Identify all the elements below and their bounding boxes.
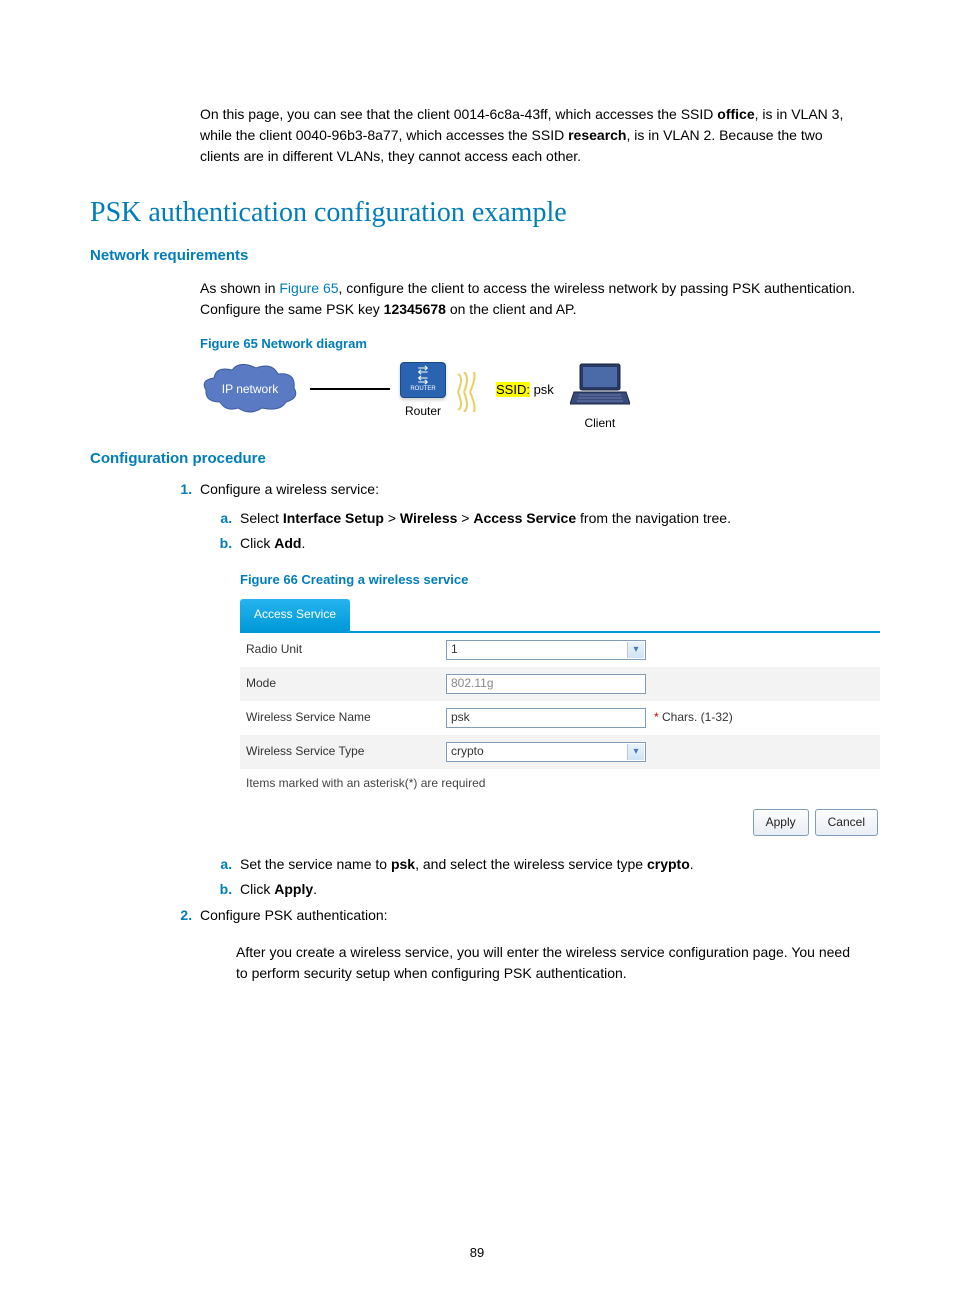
service-type-select[interactable]: crypto ▾: [446, 742, 646, 762]
section-configuration-procedure: Configuration procedure: [90, 450, 864, 467]
nav-interface-setup: Interface Setup: [283, 510, 384, 526]
psk-key: 12345678: [384, 301, 446, 317]
network-diagram: IP network ⇄⇆ ROUTER Router: [200, 362, 864, 432]
label-service-type: Wireless Service Type: [246, 741, 446, 763]
text: On this page, you can see that the clien…: [200, 106, 717, 122]
ssid-office: office: [717, 106, 754, 122]
nav-wireless: Wireless: [400, 510, 457, 526]
row-mode: Mode 802.11g: [240, 667, 880, 701]
radio-unit-select[interactable]: 1 ▾: [446, 640, 646, 660]
step-2-description: After you create a wireless service, you…: [236, 942, 864, 984]
figure-link[interactable]: Figure 65: [279, 280, 338, 296]
figure-66-caption: Figure 66 Creating a wireless service: [240, 568, 864, 591]
nav-access-service: Access Service: [473, 510, 576, 526]
hint-text: Chars. (1-32): [659, 710, 733, 724]
label-service-name: Wireless Service Name: [246, 707, 446, 729]
service-name-input[interactable]: psk: [446, 708, 646, 728]
client: Client: [570, 362, 630, 432]
cloud-label: IP network: [200, 380, 300, 398]
figure-65-caption: Figure 65 Network diagram: [200, 334, 864, 354]
link-line: [310, 388, 390, 390]
cancel-button[interactable]: Cancel: [815, 809, 878, 837]
procedure-list: Configure a wireless service: Select Int…: [160, 477, 864, 984]
mode-value: 802.11g: [451, 673, 494, 695]
row-service-type: Wireless Service Type crypto ▾: [240, 735, 880, 769]
text: Select: [240, 510, 283, 526]
service-name-value: psk: [451, 707, 470, 729]
step-2-text: Configure PSK authentication:: [200, 907, 388, 923]
page-title: PSK authentication configuration example: [90, 197, 864, 229]
router-icon: ⇄⇆ ROUTER: [400, 362, 446, 398]
step-2: Configure PSK authentication: After you …: [196, 903, 864, 984]
required-note: Items marked with an asterisk(*) are req…: [240, 769, 880, 795]
intro-paragraph: On this page, you can see that the clien…: [200, 104, 864, 167]
apply-button[interactable]: Apply: [753, 809, 809, 837]
ssid-label: SSID: psk: [496, 380, 554, 400]
access-service-form: Access Service Radio Unit 1 ▾: [240, 599, 880, 836]
text: >: [457, 510, 473, 526]
client-caption: Client: [570, 414, 630, 432]
router-caption: Router: [400, 402, 446, 420]
mode-select[interactable]: 802.11g: [446, 674, 646, 694]
chevron-down-icon: ▾: [627, 642, 644, 658]
step-1b: Click Add. Figure 66 Creating a wireless…: [236, 531, 864, 836]
service-name-hint: * Chars. (1-32): [654, 707, 733, 729]
text: Click: [240, 881, 274, 897]
label-radio-unit: Radio Unit: [246, 639, 446, 661]
label-mode: Mode: [246, 673, 446, 695]
step-1a: Select Interface Setup > Wireless > Acce…: [236, 506, 864, 531]
ip-network-cloud: IP network: [200, 362, 300, 416]
text: Set the service name to: [240, 856, 391, 872]
step-1-text: Configure a wireless service:: [200, 481, 379, 497]
laptop-icon: [570, 362, 630, 406]
router-small-label: ROUTER: [410, 385, 435, 394]
tab-access-service[interactable]: Access Service: [240, 599, 350, 631]
wireless-waves-icon: [456, 372, 486, 418]
text: from the navigation tree.: [576, 510, 731, 526]
radio-unit-value: 1: [451, 639, 458, 661]
ssid-research: research: [568, 127, 626, 143]
step-1d: Click Apply.: [236, 877, 864, 902]
service-type-value: crypto: [451, 741, 484, 763]
page-number: 89: [0, 1245, 954, 1260]
ssid-value: psk: [530, 382, 554, 397]
apply-label: Apply: [274, 881, 313, 897]
add-label: Add: [274, 535, 301, 551]
section-network-requirements: Network requirements: [90, 247, 864, 264]
text: , and select the wireless service type: [415, 856, 647, 872]
text: .: [301, 535, 305, 551]
text: .: [690, 856, 694, 872]
text: on the client and AP.: [446, 301, 577, 317]
ssid-key: SSID:: [496, 382, 530, 397]
text: >: [384, 510, 400, 526]
text: .: [313, 881, 317, 897]
text: As shown in: [200, 280, 279, 296]
chevron-down-icon: ▾: [627, 744, 644, 760]
value-crypto: crypto: [647, 856, 690, 872]
router: ⇄⇆ ROUTER Router: [400, 362, 446, 420]
step-1c: Set the service name to psk, and select …: [236, 852, 864, 877]
requirements-paragraph: As shown in Figure 65, configure the cli…: [200, 278, 864, 320]
text: Click: [240, 535, 274, 551]
value-psk: psk: [391, 856, 415, 872]
step-1: Configure a wireless service: Select Int…: [196, 477, 864, 903]
row-radio-unit: Radio Unit 1 ▾: [240, 633, 880, 667]
row-service-name: Wireless Service Name psk * Chars. (1-32…: [240, 701, 880, 735]
